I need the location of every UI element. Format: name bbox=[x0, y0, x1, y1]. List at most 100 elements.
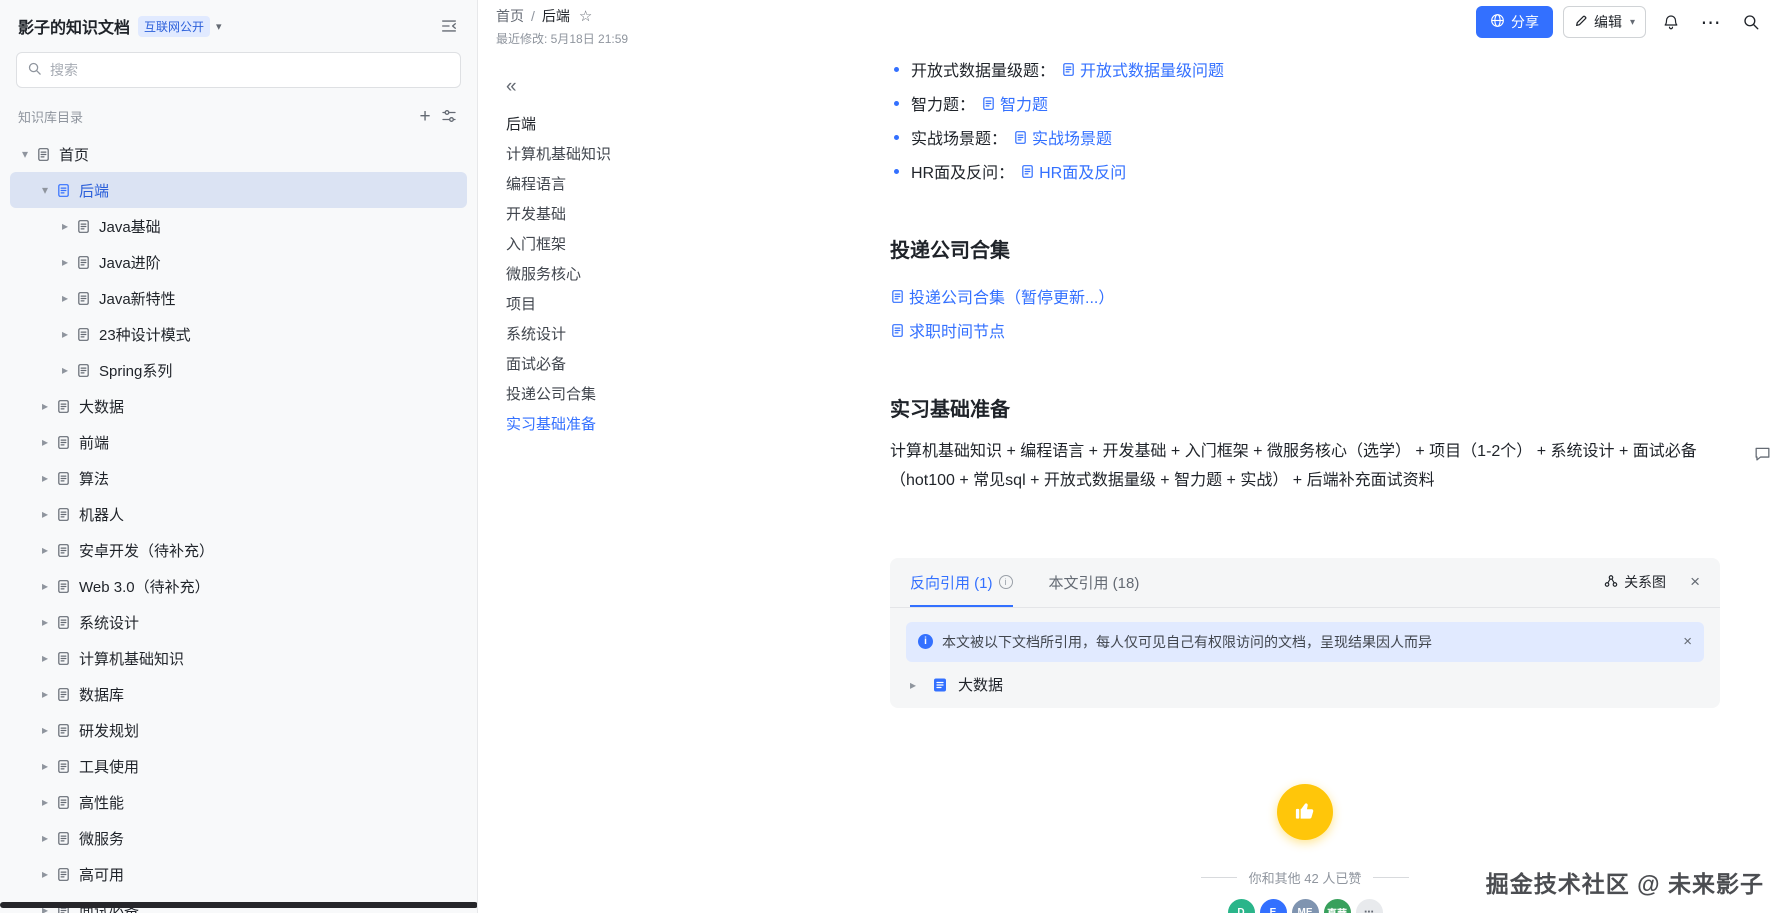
expand-arrow-icon[interactable]: ▾ bbox=[16, 147, 34, 161]
outline-collapse-icon[interactable]: « bbox=[506, 76, 530, 98]
info-icon[interactable]: i bbox=[998, 575, 1013, 590]
notifications-bell-icon[interactable] bbox=[1656, 7, 1686, 37]
more-menu-icon[interactable]: ⋯ bbox=[1696, 7, 1726, 37]
tree-item[interactable]: ▸ Java新特性 bbox=[10, 280, 467, 316]
add-page-icon[interactable]: + bbox=[413, 104, 437, 128]
bullet-label: HR面及反问： bbox=[911, 165, 1015, 182]
tree-item[interactable]: ▸ Java进阶 bbox=[10, 244, 467, 280]
tree-item[interactable]: ▸ 高性能 bbox=[10, 784, 467, 820]
tree-item[interactable]: ▸ 前端 bbox=[10, 424, 467, 460]
avatar[interactable]: E bbox=[1259, 898, 1287, 913]
expand-arrow-icon[interactable]: ▸ bbox=[36, 759, 54, 773]
outline-item[interactable]: 项目 bbox=[506, 290, 808, 320]
doc-icon bbox=[76, 255, 91, 270]
outline-item[interactable]: 实习基础准备 bbox=[506, 410, 808, 440]
workspace-switcher-caret-icon[interactable]: ▾ bbox=[216, 20, 222, 33]
expand-arrow-icon[interactable]: ▾ bbox=[36, 183, 54, 197]
share-label: 分享 bbox=[1510, 14, 1539, 30]
close-panel-icon[interactable]: × bbox=[1690, 572, 1700, 592]
outline-item[interactable]: 面试必备 bbox=[506, 350, 808, 380]
comment-bubble-icon[interactable] bbox=[1753, 444, 1772, 466]
expand-arrow-icon[interactable]: ▸ bbox=[36, 867, 54, 881]
doc-mention-link[interactable]: HR面及反问 bbox=[1020, 159, 1126, 183]
expand-arrow-icon[interactable]: ▸ bbox=[56, 363, 74, 377]
tree-item[interactable]: ▸ 计算机基础知识 bbox=[10, 640, 467, 676]
search-input[interactable] bbox=[50, 62, 450, 78]
tree-item[interactable]: ▸ 高可用 bbox=[10, 856, 467, 892]
outline-item[interactable]: 投递公司合集 bbox=[506, 380, 808, 410]
horizontal-scrollbar[interactable] bbox=[0, 902, 477, 908]
tree-item[interactable]: ▸ 安卓开发（待补充） bbox=[10, 532, 467, 568]
reference-item[interactable]: ▸ 大数据 bbox=[890, 662, 1720, 708]
tree-item[interactable]: ▸ Java基础 bbox=[10, 208, 467, 244]
expand-arrow-icon[interactable]: ▸ bbox=[904, 678, 922, 692]
tab-backlinks[interactable]: 反向引用 (1) i bbox=[910, 558, 1013, 607]
tree-item[interactable]: ▾ 后端 bbox=[10, 172, 467, 208]
tree-item[interactable]: ▾ 首页 bbox=[10, 136, 467, 172]
doc-mention-link[interactable]: 智力题 bbox=[981, 91, 1048, 115]
bullet-label: 智力题： bbox=[911, 97, 976, 114]
thumbs-up-icon bbox=[1292, 797, 1318, 826]
avatar[interactable]: D bbox=[1227, 898, 1255, 913]
expand-arrow-icon[interactable]: ▸ bbox=[36, 471, 54, 485]
content-area: « 后端 计算机基础知识 编程语言 开发基础 入门框架 微服务核心 项目 系统设… bbox=[478, 50, 1780, 913]
tree-item-label: 高可用 bbox=[79, 866, 125, 884]
avatar[interactable]: ME bbox=[1291, 898, 1319, 913]
outline-item[interactable]: 开发基础 bbox=[506, 200, 808, 230]
relation-graph-button[interactable]: 关系图 bbox=[1604, 572, 1666, 592]
sidebar-collapse-icon[interactable] bbox=[437, 14, 461, 38]
tree-item[interactable]: ▸ 机器人 bbox=[10, 496, 467, 532]
relation-graph-icon bbox=[1604, 574, 1618, 591]
expand-arrow-icon[interactable]: ▸ bbox=[36, 543, 54, 557]
tree-settings-icon[interactable] bbox=[437, 104, 461, 128]
tree-item[interactable]: ▸ 23种设计模式 bbox=[10, 316, 467, 352]
share-button[interactable]: 分享 bbox=[1475, 6, 1553, 38]
favorite-star-icon[interactable]: ☆ bbox=[579, 7, 592, 25]
tree-item[interactable]: ▸ 工具使用 bbox=[10, 748, 467, 784]
edit-button[interactable]: 编辑 ▾ bbox=[1562, 6, 1646, 38]
avatar[interactable]: ⋯ bbox=[1355, 898, 1383, 913]
doc-icon bbox=[76, 291, 91, 306]
expand-arrow-icon[interactable]: ▸ bbox=[36, 615, 54, 629]
sidebar-search[interactable] bbox=[16, 52, 461, 88]
dismiss-banner-icon[interactable]: × bbox=[1683, 633, 1692, 650]
tree-item[interactable]: ▸ 系统设计 bbox=[10, 604, 467, 640]
expand-arrow-icon[interactable]: ▸ bbox=[36, 399, 54, 413]
doc-mention-link[interactable]: 实战场景题 bbox=[1013, 125, 1112, 149]
expand-arrow-icon[interactable]: ▸ bbox=[36, 435, 54, 449]
expand-arrow-icon[interactable]: ▸ bbox=[36, 723, 54, 737]
search-icon[interactable] bbox=[1736, 7, 1766, 37]
avatar[interactable]: 直营 bbox=[1323, 898, 1351, 913]
tree-item[interactable]: ▸ 数据库 bbox=[10, 676, 467, 712]
breadcrumb-home[interactable]: 首页 bbox=[496, 6, 524, 26]
tree-item[interactable]: ▸ Web 3.0（待补充） bbox=[10, 568, 467, 604]
outline-item[interactable]: 后端 bbox=[506, 110, 808, 140]
outline-item[interactable]: 入门框架 bbox=[506, 230, 808, 260]
expand-arrow-icon[interactable]: ▸ bbox=[36, 651, 54, 665]
tab-outlinks[interactable]: 本文引用 (18) bbox=[1049, 558, 1140, 607]
tree-item[interactable]: ▸ 微服务 bbox=[10, 820, 467, 856]
expand-arrow-icon[interactable]: ▸ bbox=[56, 291, 74, 305]
expand-arrow-icon[interactable]: ▸ bbox=[36, 831, 54, 845]
expand-arrow-icon[interactable]: ▸ bbox=[56, 327, 74, 341]
outline-item[interactable]: 编程语言 bbox=[506, 170, 808, 200]
doc-mention-link[interactable]: 投递公司合集（暂停更新...） bbox=[890, 284, 1114, 308]
expand-arrow-icon[interactable]: ▸ bbox=[56, 219, 74, 233]
doc-mention-link[interactable]: 开放式数据量级问题 bbox=[1061, 57, 1224, 81]
expand-arrow-icon[interactable]: ▸ bbox=[36, 687, 54, 701]
expand-arrow-icon[interactable]: ▸ bbox=[56, 255, 74, 269]
tree-item[interactable]: ▸ Spring系列 bbox=[10, 352, 467, 388]
tree-item-label: 安卓开发（待补充） bbox=[79, 542, 215, 560]
tree-item[interactable]: ▸ 研发规划 bbox=[10, 712, 467, 748]
expand-arrow-icon[interactable]: ▸ bbox=[36, 507, 54, 521]
doc-mention-link[interactable]: 求职时间节点 bbox=[890, 318, 1005, 342]
tree-item[interactable]: ▸ 大数据 bbox=[10, 388, 467, 424]
expand-arrow-icon[interactable]: ▸ bbox=[36, 579, 54, 593]
outline-item[interactable]: 微服务核心 bbox=[506, 260, 808, 290]
outline-item[interactable]: 系统设计 bbox=[506, 320, 808, 350]
bullet-label: 开放式数据量级题： bbox=[911, 63, 1056, 80]
like-button[interactable] bbox=[1277, 783, 1333, 840]
expand-arrow-icon[interactable]: ▸ bbox=[36, 795, 54, 809]
outline-item[interactable]: 计算机基础知识 bbox=[506, 140, 808, 170]
tree-item[interactable]: ▸ 算法 bbox=[10, 460, 467, 496]
